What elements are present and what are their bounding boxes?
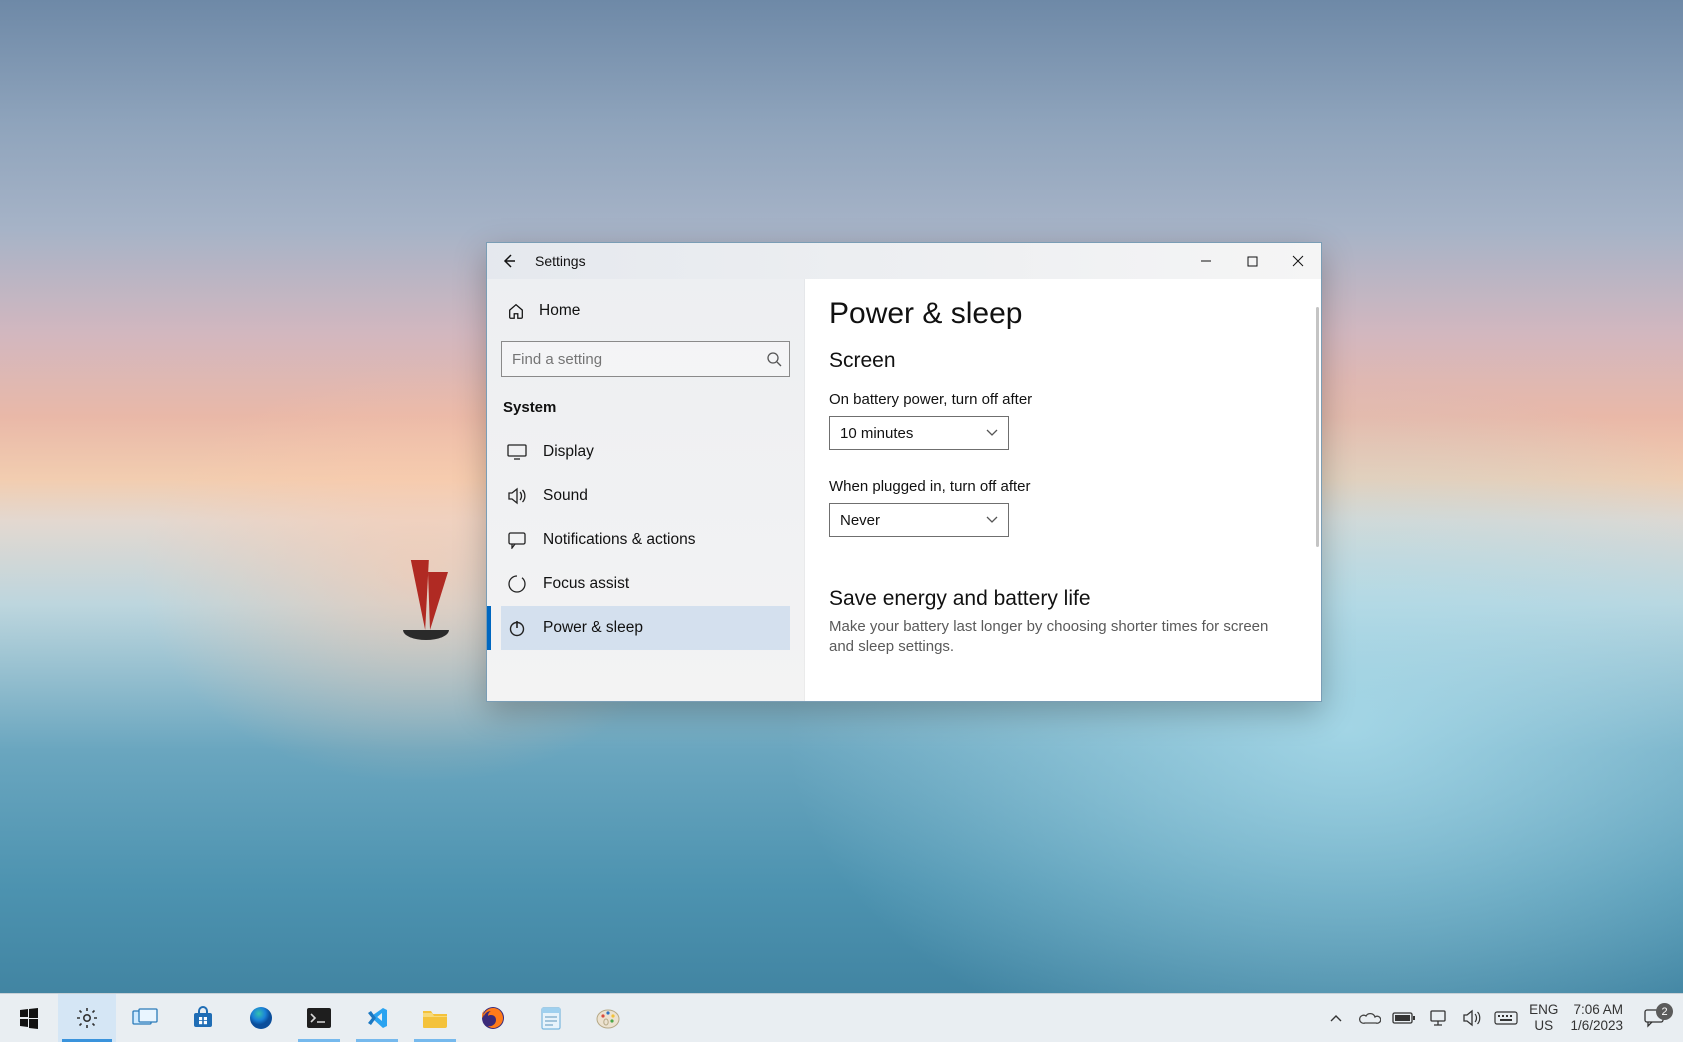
taskbar-app-file-explorer[interactable]	[406, 994, 464, 1042]
taskbar-app-microsoft-store[interactable]	[174, 994, 232, 1042]
sidebar-section-system: System	[501, 399, 790, 416]
taskbar: ENG US 7:06 AM 1/6/2023 2	[0, 993, 1683, 1042]
sidebar-item-home[interactable]: Home	[501, 291, 790, 331]
nav-label: Focus assist	[543, 575, 629, 593]
start-button[interactable]	[0, 994, 58, 1042]
chevron-down-icon	[986, 516, 998, 524]
back-button[interactable]	[487, 243, 531, 279]
settings-window: Settings Home Sy	[486, 242, 1322, 702]
tray-onedrive[interactable]	[1353, 994, 1387, 1042]
taskbar-app-settings[interactable]	[58, 994, 116, 1042]
focus-assist-icon	[507, 575, 527, 593]
taskbar-app-vscode[interactable]	[348, 994, 406, 1042]
language-top: ENG	[1529, 1002, 1558, 1018]
language-bottom: US	[1529, 1018, 1558, 1034]
taskbar-app-terminal[interactable]	[290, 994, 348, 1042]
gear-icon	[75, 1006, 99, 1030]
minimize-button[interactable]	[1183, 243, 1229, 279]
sidebar-item-notifications[interactable]: Notifications & actions	[501, 518, 790, 562]
titlebar: Settings	[487, 243, 1321, 279]
sidebar-item-display[interactable]: Display	[501, 430, 790, 474]
screen-header: Screen	[829, 349, 1297, 373]
settings-content: Power & sleep Screen On battery power, t…	[805, 279, 1321, 701]
notifications-icon	[507, 531, 527, 549]
firefox-icon	[480, 1005, 506, 1031]
maximize-icon	[1247, 256, 1258, 267]
search-field[interactable]	[501, 341, 790, 377]
nav-label: Notifications & actions	[543, 531, 696, 549]
nav-label: Power & sleep	[543, 619, 643, 637]
page-title: Power & sleep	[829, 297, 1297, 331]
windows-icon	[18, 1007, 40, 1029]
clock-date: 1/6/2023	[1570, 1018, 1623, 1034]
nav-label: Sound	[543, 487, 588, 505]
language-indicator[interactable]: ENG US	[1523, 994, 1564, 1042]
maximize-button[interactable]	[1229, 243, 1275, 279]
action-center[interactable]: 2	[1629, 1008, 1679, 1028]
vscode-icon	[365, 1006, 389, 1030]
edge-icon	[248, 1005, 274, 1031]
close-button[interactable]	[1275, 243, 1321, 279]
tray-input-method[interactable]	[1489, 994, 1523, 1042]
task-view-icon	[132, 1008, 158, 1028]
taskbar-app-firefox[interactable]	[464, 994, 522, 1042]
taskbar-app-edge[interactable]	[232, 994, 290, 1042]
search-input[interactable]	[501, 341, 790, 377]
taskbar-app-notepad[interactable]	[522, 994, 580, 1042]
minimize-icon	[1200, 255, 1212, 267]
sidebar-item-focus-assist[interactable]: Focus assist	[501, 562, 790, 606]
power-icon	[507, 619, 527, 637]
tray-battery[interactable]	[1387, 994, 1421, 1042]
folder-icon	[421, 1007, 449, 1029]
tray-volume[interactable]	[1455, 994, 1489, 1042]
volume-icon	[1462, 1009, 1482, 1027]
nav-label: Display	[543, 443, 594, 461]
network-icon	[1428, 1009, 1448, 1027]
terminal-icon	[306, 1007, 332, 1029]
store-icon	[191, 1006, 215, 1030]
battery-turnoff-value: 10 minutes	[840, 425, 913, 442]
settings-sidebar: Home System Display Sound	[487, 279, 805, 701]
battery-icon	[1392, 1011, 1416, 1025]
tray-overflow[interactable]	[1319, 994, 1353, 1042]
chevron-down-icon	[986, 429, 998, 437]
system-tray: ENG US 7:06 AM 1/6/2023 2	[1319, 994, 1683, 1042]
home-icon	[507, 302, 525, 320]
arrow-left-icon	[501, 253, 517, 269]
sound-icon	[507, 487, 527, 505]
paint-icon	[595, 1006, 623, 1030]
tray-network[interactable]	[1421, 994, 1455, 1042]
energy-header: Save energy and battery life	[829, 587, 1297, 611]
taskbar-app-paint[interactable]	[580, 994, 638, 1042]
sidebar-item-sound[interactable]: Sound	[501, 474, 790, 518]
scrollbar[interactable]	[1316, 307, 1319, 547]
window-title: Settings	[531, 253, 586, 269]
clock[interactable]: 7:06 AM 1/6/2023	[1564, 994, 1629, 1042]
plugged-turnoff-value: Never	[840, 512, 880, 529]
clock-time: 7:06 AM	[1570, 1002, 1623, 1018]
taskbar-app-task-view[interactable]	[116, 994, 174, 1042]
notification-badge: 2	[1656, 1003, 1673, 1020]
battery-turnoff-label: On battery power, turn off after	[829, 391, 1297, 408]
taskbar-apps	[0, 994, 638, 1042]
cloud-icon	[1359, 1011, 1381, 1025]
notepad-icon	[539, 1005, 563, 1031]
display-icon	[507, 444, 527, 460]
home-label: Home	[539, 302, 580, 320]
sidebar-item-power-sleep[interactable]: Power & sleep	[501, 606, 790, 650]
plugged-turnoff-label: When plugged in, turn off after	[829, 478, 1297, 495]
chevron-up-icon	[1330, 1014, 1342, 1022]
search-icon	[766, 351, 782, 367]
battery-turnoff-select[interactable]: 10 minutes	[829, 416, 1009, 450]
energy-text: Make your battery last longer by choosin…	[829, 617, 1269, 658]
close-icon	[1292, 255, 1304, 267]
keyboard-icon	[1494, 1011, 1518, 1025]
plugged-turnoff-select[interactable]: Never	[829, 503, 1009, 537]
